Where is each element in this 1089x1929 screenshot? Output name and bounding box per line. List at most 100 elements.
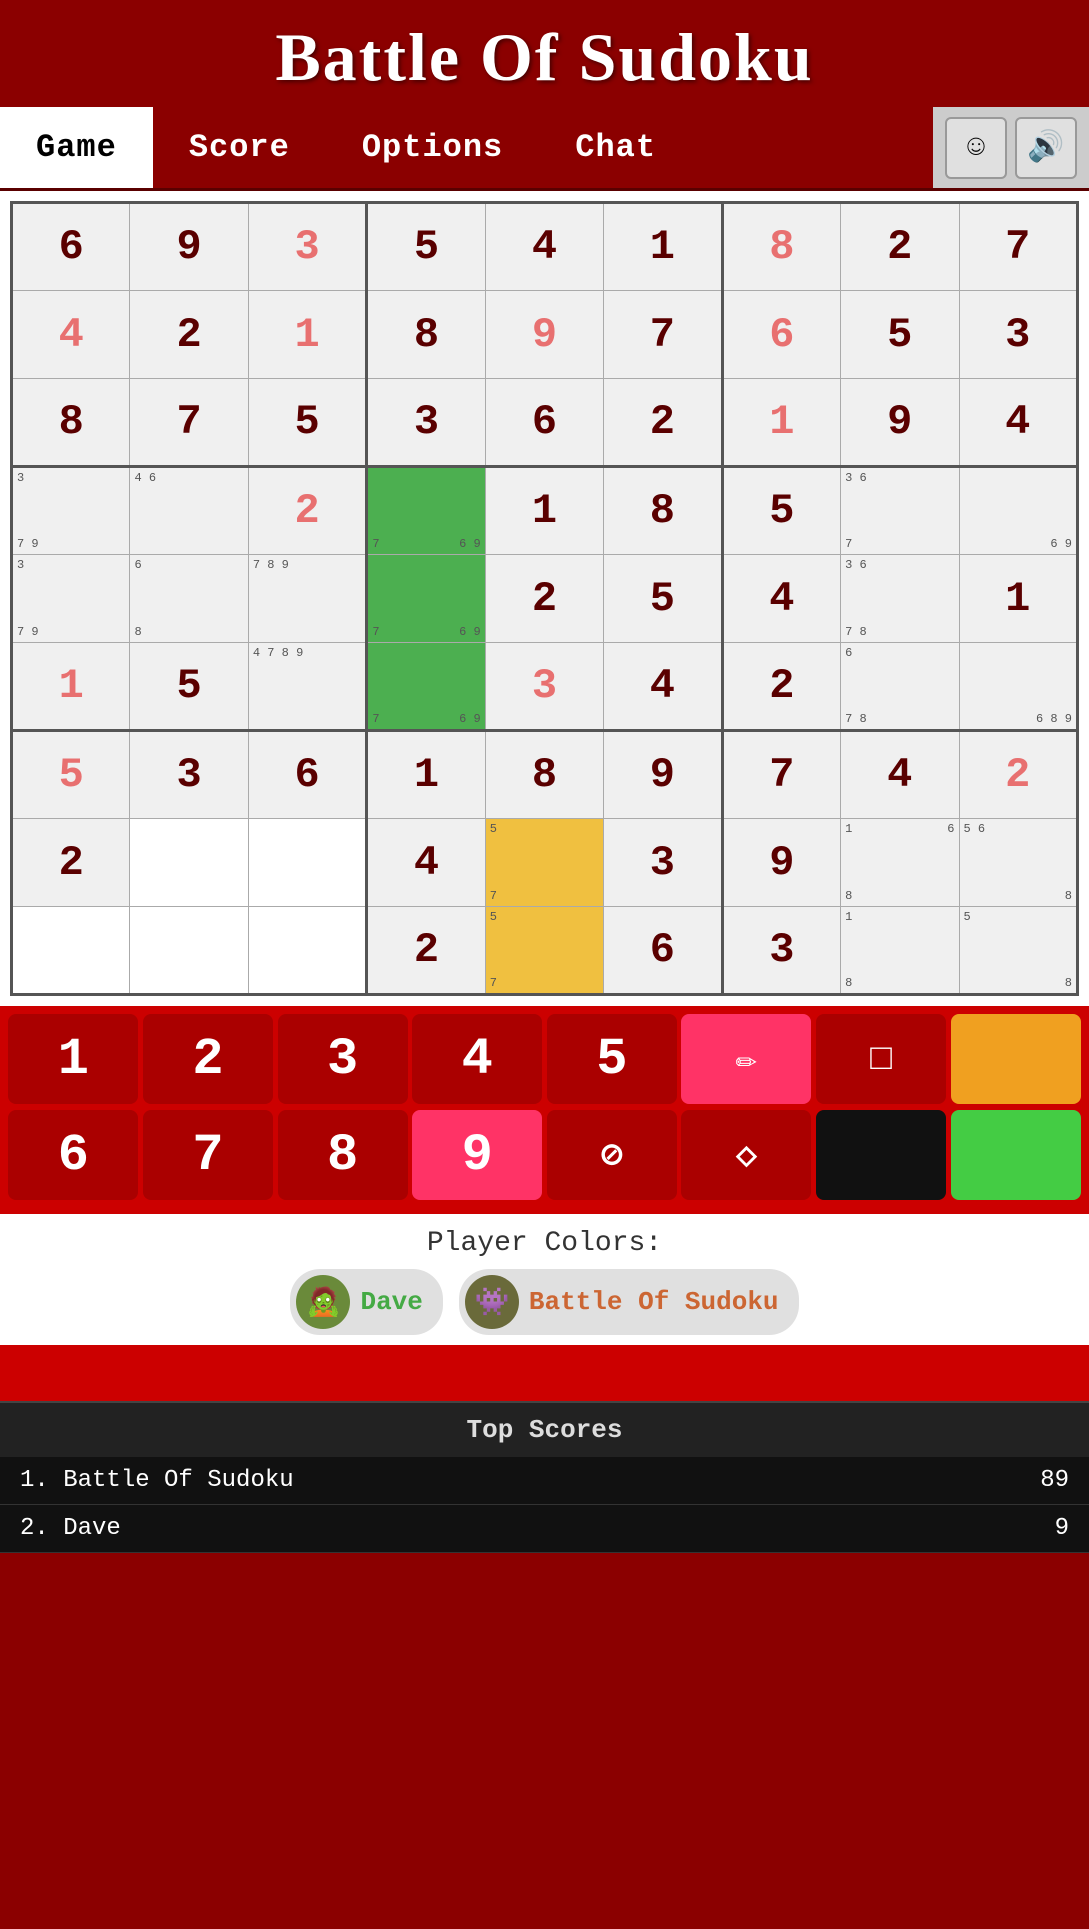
numpad-2[interactable]: 2 bbox=[143, 1014, 273, 1104]
cell-6-8[interactable]: 2 bbox=[959, 731, 1078, 819]
cell-1-8[interactable]: 3 bbox=[959, 291, 1078, 379]
cell-1-6[interactable]: 6 bbox=[722, 291, 840, 379]
cell-5-0[interactable]: 1 bbox=[12, 643, 130, 731]
cell-8-4[interactable]: 57 bbox=[485, 907, 603, 995]
numpad-7[interactable]: 7 bbox=[143, 1110, 273, 1200]
numpad-9[interactable]: 9 bbox=[412, 1110, 542, 1200]
cell-8-1[interactable] bbox=[130, 907, 248, 995]
cell-6-0[interactable]: 5 bbox=[12, 731, 130, 819]
cell-3-4[interactable]: 1 bbox=[485, 467, 603, 555]
sound-button[interactable]: 🔊 bbox=[1015, 117, 1077, 179]
cell-4-5[interactable]: 5 bbox=[604, 555, 722, 643]
cell-4-1[interactable]: 68 bbox=[130, 555, 248, 643]
tab-game[interactable]: Game bbox=[0, 107, 153, 188]
tab-options[interactable]: Options bbox=[326, 107, 539, 188]
cell-2-6[interactable]: 1 bbox=[722, 379, 840, 467]
cell-0-0[interactable]: 6 bbox=[12, 203, 130, 291]
numpad-4[interactable]: 4 bbox=[412, 1014, 542, 1104]
cell-5-4[interactable]: 3 bbox=[485, 643, 603, 731]
cell-4-7[interactable]: 3 67 8 bbox=[841, 555, 959, 643]
cell-8-6[interactable]: 3 bbox=[722, 907, 840, 995]
cell-1-0[interactable]: 4 bbox=[12, 291, 130, 379]
cell-3-2[interactable]: 2 bbox=[248, 467, 366, 555]
cell-5-3[interactable]: 76 9 bbox=[367, 643, 485, 731]
cell-8-8[interactable]: 58 bbox=[959, 907, 1078, 995]
cell-8-7[interactable]: 18 bbox=[841, 907, 959, 995]
erase-tool-button[interactable]: ⊘ bbox=[547, 1110, 677, 1200]
cell-3-7[interactable]: 3 67 bbox=[841, 467, 959, 555]
square-tool-button[interactable]: □ bbox=[816, 1014, 946, 1104]
cell-5-1[interactable]: 5 bbox=[130, 643, 248, 731]
cell-5-5[interactable]: 4 bbox=[604, 643, 722, 731]
cell-7-4[interactable]: 57 bbox=[485, 819, 603, 907]
cell-2-1[interactable]: 7 bbox=[130, 379, 248, 467]
cell-1-1[interactable]: 2 bbox=[130, 291, 248, 379]
cell-7-6[interactable]: 9 bbox=[722, 819, 840, 907]
cell-4-2[interactable]: 7 8 9 bbox=[248, 555, 366, 643]
cell-3-5[interactable]: 8 bbox=[604, 467, 722, 555]
cell-3-0[interactable]: 37 9 bbox=[12, 467, 130, 555]
cell-2-5[interactable]: 2 bbox=[604, 379, 722, 467]
numpad-5[interactable]: 5 bbox=[547, 1014, 677, 1104]
cell-2-7[interactable]: 9 bbox=[841, 379, 959, 467]
cell-5-2[interactable]: 4 7 8 9 bbox=[248, 643, 366, 731]
cell-0-5[interactable]: 1 bbox=[604, 203, 722, 291]
cell-1-3[interactable]: 8 bbox=[367, 291, 485, 379]
cell-6-3[interactable]: 1 bbox=[367, 731, 485, 819]
cell-4-0[interactable]: 37 9 bbox=[12, 555, 130, 643]
cell-0-4[interactable]: 4 bbox=[485, 203, 603, 291]
cell-5-6[interactable]: 2 bbox=[722, 643, 840, 731]
cell-6-5[interactable]: 9 bbox=[604, 731, 722, 819]
cell-4-3[interactable]: 76 9 bbox=[367, 555, 485, 643]
cell-2-3[interactable]: 3 bbox=[367, 379, 485, 467]
pencil-tool-button[interactable]: ✏ bbox=[681, 1014, 811, 1104]
cell-6-2[interactable]: 6 bbox=[248, 731, 366, 819]
numpad-3[interactable]: 3 bbox=[278, 1014, 408, 1104]
cell-3-8[interactable]: 6 9 bbox=[959, 467, 1078, 555]
cell-5-8[interactable]: 6 8 9 bbox=[959, 643, 1078, 731]
cell-4-6[interactable]: 4 bbox=[722, 555, 840, 643]
cell-3-6[interactable]: 5 bbox=[722, 467, 840, 555]
cell-6-4[interactable]: 8 bbox=[485, 731, 603, 819]
cell-2-0[interactable]: 8 bbox=[12, 379, 130, 467]
cell-0-3[interactable]: 5 bbox=[367, 203, 485, 291]
cell-7-1[interactable] bbox=[130, 819, 248, 907]
tab-chat[interactable]: Chat bbox=[539, 107, 692, 188]
cell-8-3[interactable]: 2 bbox=[367, 907, 485, 995]
cell-3-1[interactable]: 4 6 bbox=[130, 467, 248, 555]
numpad-6[interactable]: 6 bbox=[8, 1110, 138, 1200]
cell-2-4[interactable]: 6 bbox=[485, 379, 603, 467]
cell-1-4[interactable]: 9 bbox=[485, 291, 603, 379]
cell-7-5[interactable]: 3 bbox=[604, 819, 722, 907]
color-orange-button[interactable] bbox=[951, 1014, 1081, 1104]
cell-0-8[interactable]: 7 bbox=[959, 203, 1078, 291]
cell-8-5[interactable]: 6 bbox=[604, 907, 722, 995]
cell-4-4[interactable]: 2 bbox=[485, 555, 603, 643]
smiley-button[interactable]: ☺ bbox=[945, 117, 1007, 179]
cell-2-2[interactable]: 5 bbox=[248, 379, 366, 467]
cell-7-7[interactable]: 168 bbox=[841, 819, 959, 907]
cell-7-2[interactable] bbox=[248, 819, 366, 907]
cell-5-7[interactable]: 67 8 bbox=[841, 643, 959, 731]
cell-7-0[interactable]: 2 bbox=[12, 819, 130, 907]
cell-1-5[interactable]: 7 bbox=[604, 291, 722, 379]
cell-1-2[interactable]: 1 bbox=[248, 291, 366, 379]
cell-6-7[interactable]: 4 bbox=[841, 731, 959, 819]
numpad-8[interactable]: 8 bbox=[278, 1110, 408, 1200]
cell-6-1[interactable]: 3 bbox=[130, 731, 248, 819]
tab-score[interactable]: Score bbox=[153, 107, 326, 188]
cell-1-7[interactable]: 5 bbox=[841, 291, 959, 379]
cell-0-7[interactable]: 2 bbox=[841, 203, 959, 291]
color-black-button[interactable] bbox=[816, 1110, 946, 1200]
cell-0-1[interactable]: 9 bbox=[130, 203, 248, 291]
cell-7-3[interactable]: 4 bbox=[367, 819, 485, 907]
cell-6-6[interactable]: 7 bbox=[722, 731, 840, 819]
cell-3-3[interactable]: 76 9 bbox=[367, 467, 485, 555]
cell-0-2[interactable]: 3 bbox=[248, 203, 366, 291]
color-green-button[interactable] bbox=[951, 1110, 1081, 1200]
cell-2-8[interactable]: 4 bbox=[959, 379, 1078, 467]
diamond-tool-button[interactable]: ◇ bbox=[681, 1110, 811, 1200]
cell-8-2[interactable] bbox=[248, 907, 366, 995]
cell-0-6[interactable]: 8 bbox=[722, 203, 840, 291]
numpad-1[interactable]: 1 bbox=[8, 1014, 138, 1104]
